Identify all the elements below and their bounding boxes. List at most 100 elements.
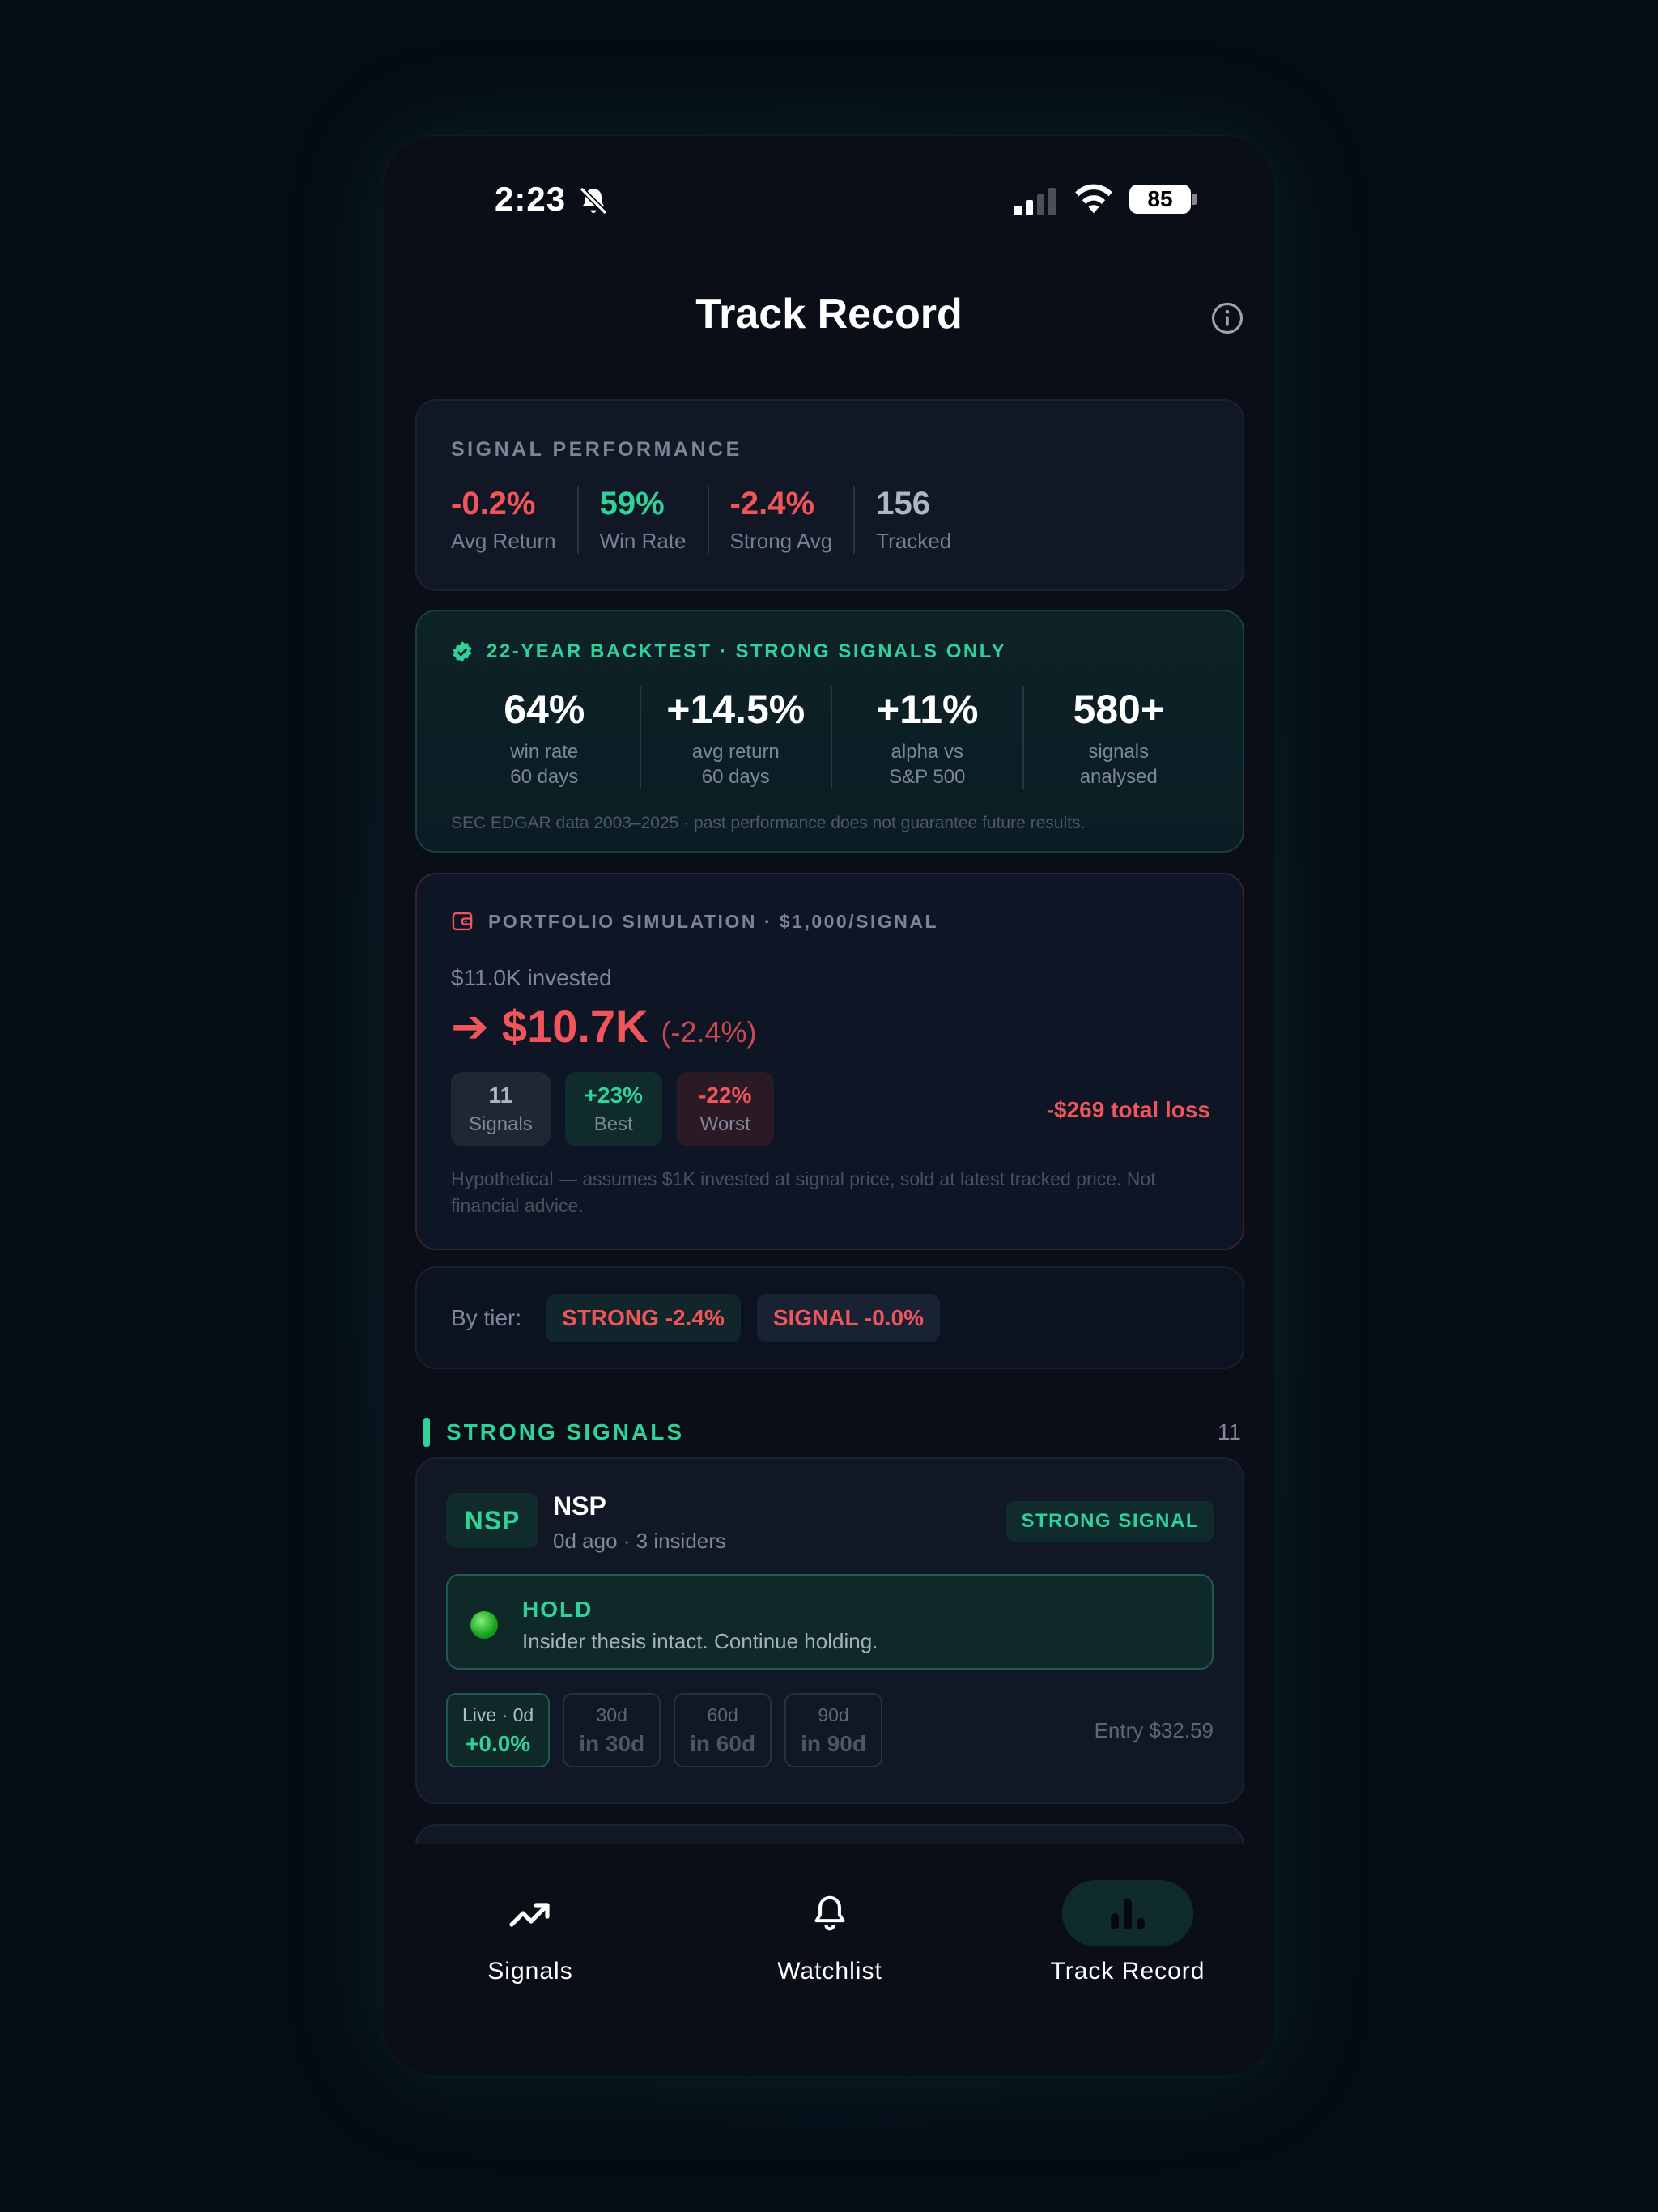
battery-level: 85	[1147, 186, 1173, 211]
wallet-icon	[452, 912, 473, 931]
tab-label: Watchlist	[777, 1958, 882, 1984]
tab-icon-wrap	[465, 1880, 596, 1946]
period-label: Live · 0d	[462, 1704, 534, 1725]
section-accent-bar	[423, 1418, 430, 1447]
tab-watchlist[interactable]: Watchlist	[708, 1880, 951, 1985]
backtest-header: 22-YEAR BACKTEST · STRONG SIGNALS ONLY	[451, 640, 1006, 663]
stat-value: -0.2%	[451, 486, 536, 521]
status-bar: 2:23 85	[383, 136, 1275, 266]
portfolio-chips: 11 Signals +23% Best -22% Worst	[451, 1072, 774, 1146]
stat-strong-avg: -2.4% Strong Avg	[707, 486, 854, 554]
bar-chart-icon	[1111, 1899, 1145, 1929]
info-icon[interactable]	[1210, 301, 1244, 335]
phone-screen: 2:23 85 Track Record SIGNAL PERFORMANCE	[382, 135, 1276, 2077]
status-time: 2:23	[495, 180, 567, 218]
section-count: 11	[1217, 1419, 1241, 1444]
stat-win-rate: 59% Win Rate	[576, 486, 708, 554]
verified-badge-icon	[453, 641, 472, 662]
stat-label: Win Rate	[599, 529, 687, 553]
tier-pill-strong[interactable]: STRONG -2.4%	[546, 1294, 741, 1342]
bell-muted-icon	[579, 186, 608, 215]
portfolio-simulation-card: PORTFOLIO SIMULATION · $1,000/SIGNAL $11…	[415, 873, 1244, 1250]
stat-tracked: 156 Tracked	[853, 486, 972, 554]
period-label: 30d	[596, 1704, 627, 1725]
backtest-value: +14.5%	[666, 687, 806, 732]
hold-recommendation: HOLD Insider thesis intact. Continue hol…	[446, 1574, 1214, 1670]
backtest-sub: win rate	[510, 741, 579, 763]
backtest-sub: S&P 500	[889, 766, 966, 788]
hold-title: HOLD	[522, 1597, 593, 1622]
period-value: in 60d	[690, 1730, 756, 1756]
backtest-stat: 580+ signals analysed	[1022, 686, 1214, 789]
stat-label: Strong Avg	[729, 529, 833, 553]
signal-name: NSP	[553, 1491, 606, 1521]
strong-signals-section-header: STRONG SIGNALS 11	[423, 1418, 1241, 1447]
stat-value: 59%	[599, 486, 665, 521]
chip-value: 11	[488, 1083, 513, 1108]
tier-pill-signal[interactable]: SIGNAL -0.0%	[756, 1294, 941, 1342]
signal-meta: 0d ago · 3 insiders	[553, 1529, 726, 1553]
section-title: STRONG SIGNALS	[446, 1419, 685, 1444]
period-30d[interactable]: 30d in 30d	[563, 1693, 661, 1767]
portfolio-total-loss: -$269 total loss	[1046, 1097, 1210, 1122]
period-live[interactable]: Live · 0d +0.0%	[446, 1693, 551, 1767]
period-value: in 90d	[801, 1730, 866, 1756]
arrow-right-icon: ➔	[451, 1001, 489, 1052]
backtest-sub: 60 days	[510, 766, 579, 788]
portfolio-value: ➔ $10.7K (-2.4%)	[451, 1000, 757, 1053]
period-label: 60d	[707, 1704, 738, 1725]
portfolio-change-pct: (-2.4%)	[661, 1015, 757, 1049]
portfolio-label: PORTFOLIO SIMULATION · $1,000/SIGNAL	[488, 910, 939, 932]
signal-strength-badge: STRONG SIGNAL	[1006, 1501, 1214, 1542]
backtest-stats: 64% win rate 60 days +14.5% avg return 60 …	[449, 686, 1214, 789]
page-title: Track Record	[695, 291, 963, 338]
tier-card: By tier: STRONG -2.4% SIGNAL -0.0%	[415, 1266, 1244, 1369]
backtest-sub: avg return	[691, 741, 780, 763]
performance-label: SIGNAL PERFORMANCE	[451, 438, 742, 461]
performance-stats: -0.2% Avg Return 59% Win Rate -2.4% Stro…	[451, 486, 972, 554]
tab-icon-wrap	[1062, 1880, 1193, 1946]
tab-label: Signals	[487, 1958, 573, 1984]
backtest-stat: +14.5% avg return 60 days	[639, 686, 831, 789]
period-value: +0.0%	[466, 1730, 531, 1756]
chip-signals: 11 Signals	[451, 1072, 551, 1146]
backtest-disclaimer: SEC EDGAR data 2003–2025 · past performa…	[451, 814, 1086, 832]
return-periods: Live · 0d +0.0% 30d in 30d 60d in 60d 90…	[446, 1693, 882, 1767]
portfolio-header: PORTFOLIO SIMULATION · $1,000/SIGNAL	[451, 910, 938, 933]
tab-track-record[interactable]: Track Record	[1006, 1880, 1249, 1985]
backtest-label: 22-YEAR BACKTEST · STRONG SIGNALS ONLY	[487, 640, 1007, 662]
portfolio-invested: $11.0K invested	[451, 965, 612, 990]
period-value: in 30d	[579, 1730, 645, 1756]
backtest-stat: +11% alpha vs S&P 500	[831, 686, 1022, 789]
backtest-value: 64%	[504, 687, 585, 732]
chip-label: Worst	[699, 1113, 750, 1135]
backtest-stat: 64% win rate 60 days	[449, 686, 640, 789]
signal-card[interactable]: NSP NSP 0d ago · 3 insiders STRONG SIGNA…	[415, 1457, 1244, 1804]
backtest-value: 580+	[1073, 687, 1165, 732]
tab-icon-wrap	[764, 1880, 895, 1946]
stat-value: -2.4%	[729, 486, 815, 521]
portfolio-current-value: $10.7K	[501, 1001, 648, 1052]
chip-worst: -22% Worst	[676, 1072, 774, 1146]
backtest-card: 22-YEAR BACKTEST · STRONG SIGNALS ONLY 6…	[415, 610, 1244, 853]
wifi-icon	[1075, 184, 1112, 214]
tier-row: By tier: STRONG -2.4% SIGNAL -0.0%	[451, 1294, 941, 1342]
tab-bar: Signals Watchlist Track Record	[383, 1844, 1275, 2076]
stat-label: Tracked	[876, 529, 952, 553]
period-label: 90d	[818, 1704, 849, 1725]
tier-label: By tier:	[451, 1305, 522, 1330]
chip-value: -22%	[699, 1083, 752, 1108]
portfolio-disclaimer: Hypothetical — assumes $1K invested at s…	[451, 1168, 1156, 1216]
backtest-value: +11%	[875, 687, 979, 732]
tab-signals[interactable]: Signals	[409, 1880, 652, 1985]
stat-avg-return: -0.2% Avg Return	[451, 486, 577, 554]
bell-icon	[814, 1895, 845, 1931]
chip-value: +23%	[584, 1083, 643, 1108]
period-60d[interactable]: 60d in 60d	[674, 1693, 772, 1767]
trending-up-icon	[509, 1903, 550, 1927]
tab-label: Track Record	[1050, 1958, 1205, 1984]
green-status-dot-icon	[470, 1611, 498, 1639]
entry-price: Entry $32.59	[1094, 1718, 1214, 1742]
period-90d[interactable]: 90d in 90d	[784, 1693, 882, 1767]
stat-label: Avg Return	[451, 529, 556, 553]
